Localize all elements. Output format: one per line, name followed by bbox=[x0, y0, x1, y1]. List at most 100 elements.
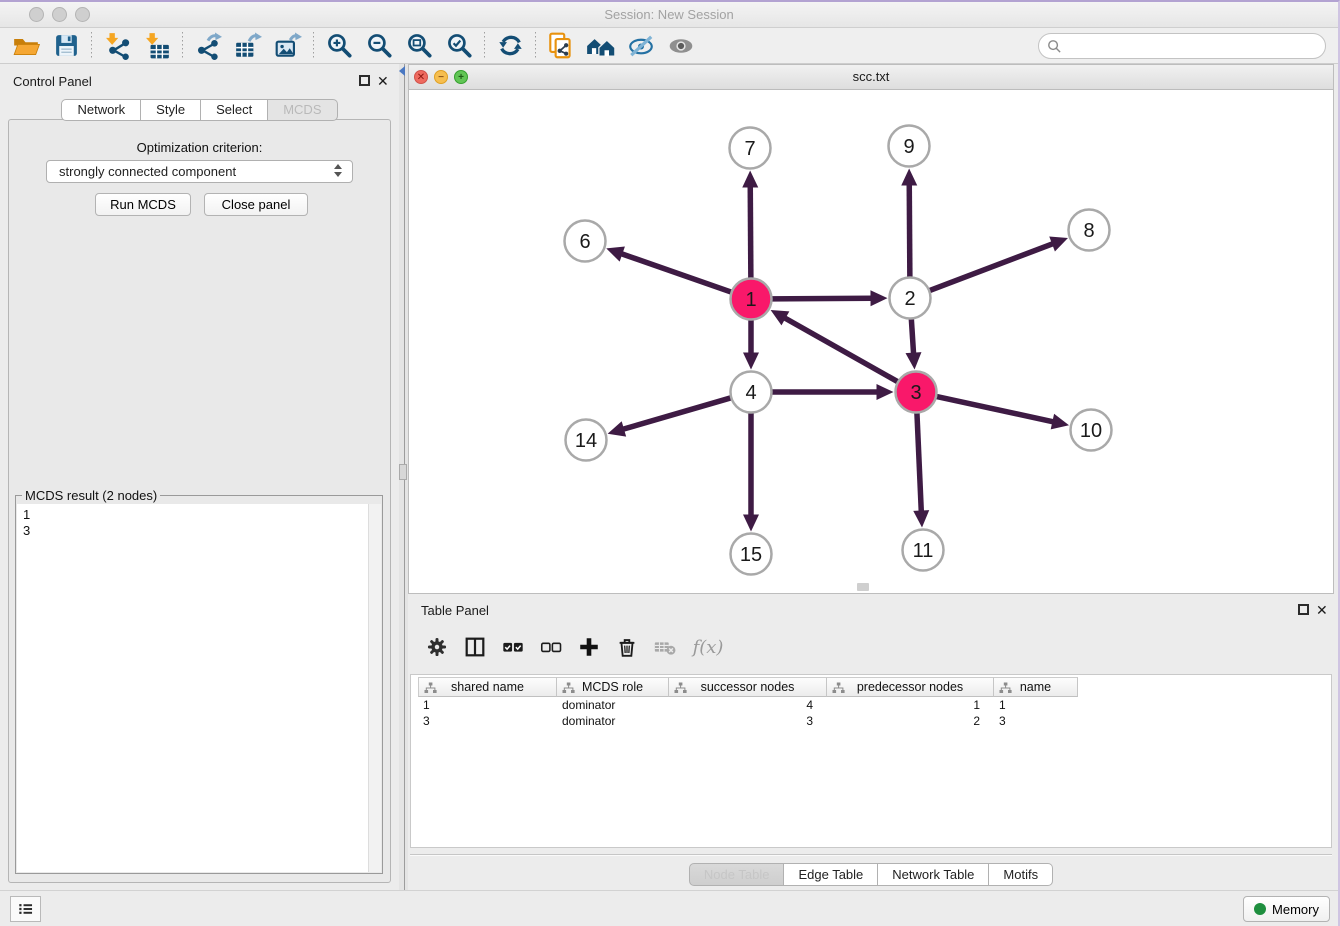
application-window: Session: New Session bbox=[0, 0, 1340, 926]
edge-3-1[interactable] bbox=[784, 317, 899, 382]
memory-button[interactable]: Memory bbox=[1243, 896, 1330, 922]
close-table-panel-icon[interactable]: ✕ bbox=[1316, 602, 1328, 618]
search-input[interactable] bbox=[1062, 38, 1325, 55]
table-cell[interactable]: 1 bbox=[418, 697, 557, 713]
mcds-panel: Optimization criterion: strongly connect… bbox=[8, 119, 391, 883]
tab-motifs[interactable]: Motifs bbox=[989, 863, 1053, 886]
search-icon bbox=[1047, 39, 1062, 54]
column-header-shared-name[interactable]: shared name bbox=[418, 677, 557, 697]
import-table-button[interactable] bbox=[137, 30, 177, 62]
mcds-result-legend: MCDS result (2 nodes) bbox=[22, 488, 160, 503]
task-history-button[interactable] bbox=[10, 896, 41, 922]
table-cell[interactable]: 3 bbox=[669, 713, 827, 729]
table-row[interactable]: 1dominator411 bbox=[418, 697, 1331, 713]
float-table-panel-icon[interactable] bbox=[1298, 604, 1309, 615]
tab-select[interactable]: Select bbox=[201, 99, 268, 121]
delete-row-button[interactable] bbox=[610, 631, 644, 663]
select-all-columns-button[interactable] bbox=[496, 631, 530, 663]
table-cell[interactable]: 3 bbox=[418, 713, 557, 729]
delete-table-icon bbox=[652, 635, 678, 659]
tab-edge-table[interactable]: Edge Table bbox=[784, 863, 878, 886]
import-network-button[interactable] bbox=[97, 30, 137, 62]
export-table-button[interactable] bbox=[228, 30, 268, 62]
home-button[interactable] bbox=[581, 30, 621, 62]
show-details-button[interactable] bbox=[661, 30, 701, 62]
zoom-selected-button[interactable] bbox=[439, 30, 479, 62]
network-graph[interactable]: 1234678910111415 bbox=[409, 90, 1333, 593]
table-cell[interactable]: 1 bbox=[994, 697, 1078, 713]
table-row[interactable]: 3dominator323 bbox=[418, 713, 1331, 729]
edge-2-9[interactable] bbox=[909, 183, 910, 278]
edge-4-14[interactable] bbox=[622, 397, 732, 429]
canvas-grip[interactable] bbox=[857, 583, 869, 591]
edge-2-3[interactable] bbox=[911, 317, 913, 354]
network-canvas[interactable]: 1234678910111415 bbox=[409, 90, 1333, 593]
criterion-dropdown[interactable]: strongly connected component bbox=[46, 160, 353, 183]
edge-3-10[interactable] bbox=[935, 396, 1054, 422]
run-mcds-button[interactable]: Run MCDS bbox=[95, 193, 191, 216]
zoom-fit-button[interactable] bbox=[399, 30, 439, 62]
hide-details-button[interactable] bbox=[621, 30, 661, 62]
tab-network-table[interactable]: Network Table bbox=[878, 863, 989, 886]
apply-function-button[interactable]: f(x) bbox=[686, 631, 730, 663]
float-panel-icon[interactable] bbox=[359, 75, 370, 86]
export-network-button[interactable] bbox=[188, 30, 228, 62]
search-box[interactable] bbox=[1038, 33, 1326, 59]
network-titlebar: ✕ − + scc.txt bbox=[409, 65, 1333, 90]
zoom-out-button[interactable] bbox=[359, 30, 399, 62]
table-tabs: Node TableEdge TableNetwork TableMotifs bbox=[408, 863, 1334, 886]
criterion-selected-value: strongly connected component bbox=[59, 164, 236, 179]
tab-mcds[interactable]: MCDS bbox=[268, 99, 337, 121]
tab-node-table[interactable]: Node Table bbox=[689, 863, 785, 886]
edge-1-6[interactable] bbox=[620, 253, 732, 292]
column-settings-button[interactable] bbox=[420, 631, 454, 663]
tab-network[interactable]: Network bbox=[61, 99, 141, 121]
table-cell[interactable]: 4 bbox=[669, 697, 827, 713]
splitter-collapse-icon[interactable] bbox=[399, 66, 405, 76]
network-window: ✕ − + scc.txt 1234678910111415 bbox=[408, 64, 1334, 594]
save-session-button[interactable] bbox=[46, 30, 86, 62]
refresh-layout-button[interactable] bbox=[490, 30, 530, 62]
clone-network-icon bbox=[546, 31, 576, 61]
column-header-predecessor-nodes[interactable]: predecessor nodes bbox=[827, 677, 994, 697]
split-panel-button[interactable] bbox=[458, 631, 492, 663]
add-row-button[interactable] bbox=[572, 631, 606, 663]
graph-node-label: 15 bbox=[740, 544, 762, 566]
titlebar: Session: New Session bbox=[0, 2, 1338, 28]
result-scrollbar[interactable] bbox=[368, 504, 381, 872]
edge-arrowhead bbox=[870, 290, 887, 306]
zoom-in-button[interactable] bbox=[319, 30, 359, 62]
mcds-result-line: 1 bbox=[23, 507, 375, 523]
table-panel-title: Table Panel bbox=[421, 603, 489, 618]
table-cell[interactable]: 1 bbox=[827, 697, 994, 713]
export-image-button[interactable] bbox=[268, 30, 308, 62]
table-cell[interactable]: 2 bbox=[827, 713, 994, 729]
table-cell[interactable]: dominator bbox=[557, 697, 669, 713]
control-panel: Control Panel ✕ NetworkStyleSelectMCDS O… bbox=[0, 64, 399, 890]
column-header-name[interactable]: name bbox=[994, 677, 1078, 697]
zoom-out-icon bbox=[366, 32, 393, 59]
delete-table-button[interactable] bbox=[648, 631, 682, 663]
import-network-icon bbox=[103, 32, 131, 60]
clone-network-button[interactable] bbox=[541, 30, 581, 62]
open-session-button[interactable] bbox=[6, 30, 46, 62]
splitter-grip[interactable] bbox=[399, 464, 407, 480]
edge-1-7[interactable] bbox=[750, 185, 751, 279]
main-toolbar bbox=[0, 28, 1338, 64]
column-header-successor-nodes[interactable]: successor nodes bbox=[669, 677, 827, 697]
edge-arrowhead bbox=[606, 246, 625, 261]
table-cell[interactable]: dominator bbox=[557, 713, 669, 729]
close-panel-button[interactable]: Close panel bbox=[204, 193, 308, 216]
column-header-mcds-role[interactable]: MCDS role bbox=[557, 677, 669, 697]
edge-1-2[interactable] bbox=[770, 298, 872, 299]
edge-2-8[interactable] bbox=[928, 243, 1054, 291]
toolbar-separator bbox=[182, 32, 183, 60]
edge-3-11[interactable] bbox=[917, 411, 921, 512]
close-panel-icon[interactable]: ✕ bbox=[377, 73, 389, 89]
deselect-all-columns-button[interactable] bbox=[534, 631, 568, 663]
tab-style[interactable]: Style bbox=[141, 99, 201, 121]
edge-arrowhead bbox=[901, 168, 917, 185]
table-cell[interactable]: 3 bbox=[994, 713, 1078, 729]
panel-splitter[interactable] bbox=[399, 64, 408, 890]
node-table[interactable]: shared name MCDS role successor nodes pr… bbox=[410, 674, 1332, 848]
